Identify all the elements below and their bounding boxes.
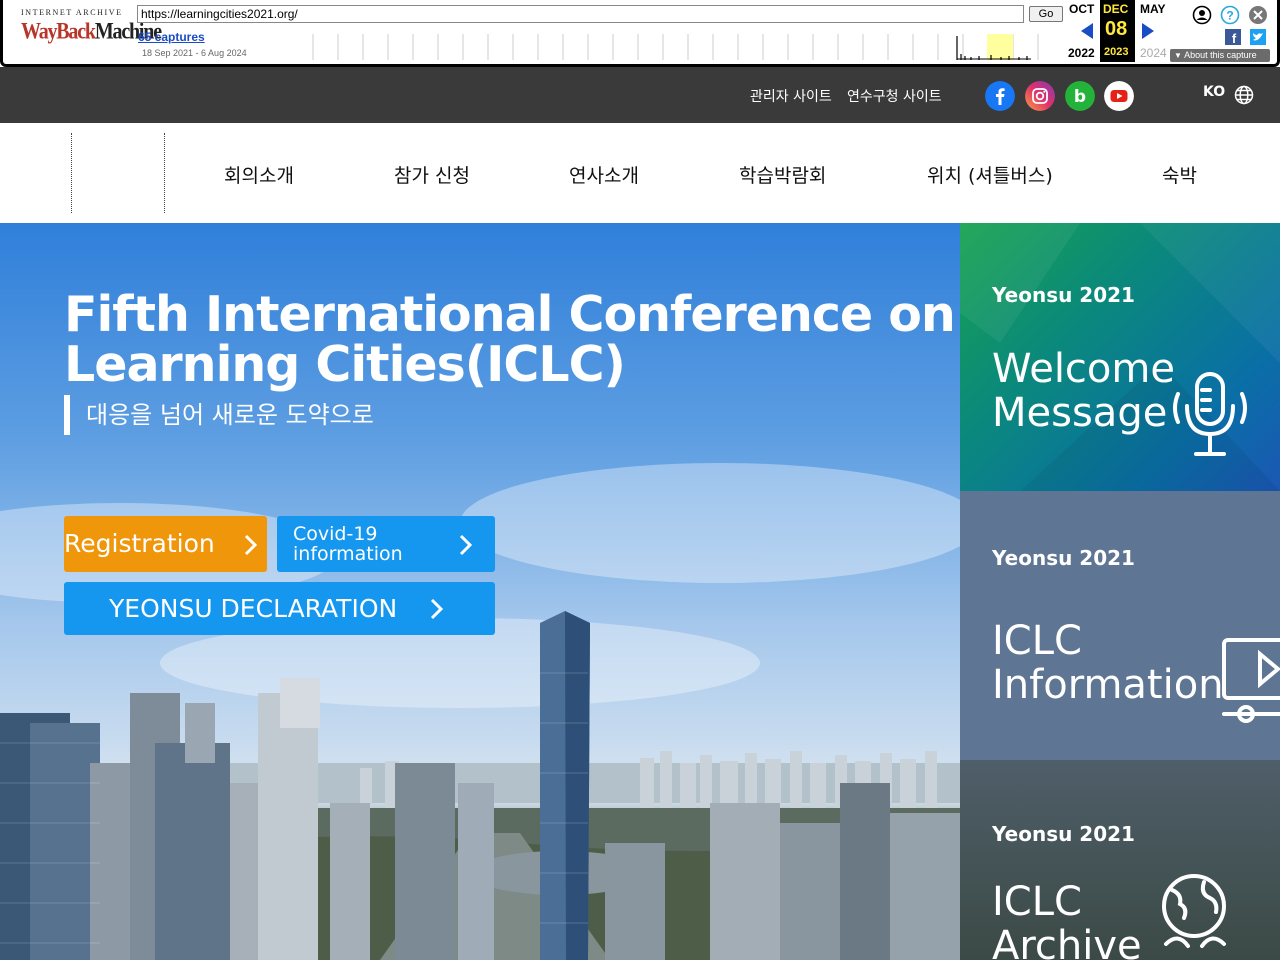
wayback-captures-link[interactable]: 65 captures xyxy=(138,30,205,44)
welcome-message-panel[interactable]: Yeonsu 2021 Welcome Message xyxy=(960,223,1280,491)
registration-button[interactable]: Registration xyxy=(64,516,267,572)
microphone-icon xyxy=(1173,372,1247,456)
wayback-go-button[interactable]: Go xyxy=(1029,6,1063,22)
panel-tag: Yeonsu 2021 xyxy=(992,822,1135,846)
chevron-right-icon xyxy=(430,598,444,620)
wayback-url-input[interactable]: https://learningcities2021.org/ xyxy=(137,5,1024,23)
svg-text:b: b xyxy=(1074,87,1086,107)
admin-site-link[interactable]: 관리자 사이트 xyxy=(750,86,832,106)
nav-item-registration[interactable]: 참가 신청 xyxy=(394,161,470,188)
language-selector[interactable]: KO xyxy=(1203,84,1225,100)
close-icon[interactable] xyxy=(1248,5,1268,25)
svg-text:f: f xyxy=(1232,31,1237,45)
hero-subtitle: 대응을 넘어 새로운 도약으로 xyxy=(64,395,374,435)
facebook-share-icon[interactable]: f xyxy=(1225,29,1241,45)
user-account-icon[interactable] xyxy=(1192,5,1212,25)
wayback-current-month: DEC xyxy=(1103,2,1129,16)
wayback-logo-top: INTERNET ARCHIVE xyxy=(21,8,123,17)
help-icon[interactable]: ? xyxy=(1220,5,1240,25)
panel-title: ICLC Archive xyxy=(992,879,1142,960)
utility-bar: 관리자 사이트 연수구청 사이트 b KO xyxy=(0,67,1280,123)
facebook-icon[interactable] xyxy=(985,81,1015,111)
iclc-information-panel[interactable]: Yeonsu 2021 ICLC Information xyxy=(960,491,1280,760)
yeonsu-declaration-button[interactable]: YEONSU DECLARATION xyxy=(64,582,495,635)
panel-tag: Yeonsu 2021 xyxy=(992,283,1135,307)
covid-info-button[interactable]: Covid-19 information xyxy=(277,516,495,572)
panel-tag: Yeonsu 2021 xyxy=(992,546,1135,570)
nav-item-learning-expo[interactable]: 학습박람회 xyxy=(739,161,826,188)
next-capture-arrow-icon[interactable] xyxy=(1141,22,1155,40)
hero-banner: Fifth International Conference on Learni… xyxy=(0,223,960,960)
panel-title: Welcome Message xyxy=(992,346,1175,436)
svg-text:?: ? xyxy=(1226,9,1233,23)
wayback-capture-sparkline[interactable] xyxy=(311,32,1061,60)
nav-item-conference-intro[interactable]: 회의소개 xyxy=(224,161,294,188)
prev-capture-arrow-icon[interactable] xyxy=(1080,22,1094,40)
wayback-logo-text: WayBackMachine xyxy=(21,19,162,45)
about-capture-dropdown[interactable]: ▼ About this capture xyxy=(1170,49,1270,62)
wayback-prev-year[interactable]: 2022 xyxy=(1068,46,1095,60)
wayback-current-year: 2023 xyxy=(1104,46,1129,58)
panel-title: ICLC Information xyxy=(992,618,1224,708)
site-logo[interactable] xyxy=(71,133,165,213)
chevron-right-icon xyxy=(244,534,258,556)
nav-item-location-shuttle[interactable]: 위치 (셔틀버스) xyxy=(927,161,1053,188)
globe-icon[interactable] xyxy=(1234,85,1254,105)
wayback-current-day: 08 xyxy=(1105,18,1128,40)
wayback-next-year[interactable]: 2024 xyxy=(1140,46,1167,60)
nav-item-accommodation[interactable]: 숙박 xyxy=(1162,161,1197,188)
instagram-icon[interactable] xyxy=(1025,81,1055,111)
wayback-toolbar: INTERNET ARCHIVE WayBackMachine https://… xyxy=(0,0,1280,67)
yeonsu-office-link[interactable]: 연수구청 사이트 xyxy=(847,86,942,106)
hero-title: Fifth International Conference on Learni… xyxy=(64,286,956,393)
nav-item-speakers[interactable]: 연사소개 xyxy=(569,161,639,188)
blog-icon[interactable]: b xyxy=(1065,81,1095,111)
iclc-archive-panel[interactable]: Yeonsu 2021 ICLC Archive xyxy=(960,760,1280,960)
main-navigation: 회의소개 참가 신청 연사소개 학습박람회 위치 (셔틀버스) 숙박 xyxy=(0,123,1280,223)
video-player-icon xyxy=(1222,638,1280,723)
wayback-prev-month[interactable]: OCT xyxy=(1069,2,1094,16)
chevron-right-icon xyxy=(459,534,473,556)
youtube-icon[interactable] xyxy=(1104,81,1134,111)
twitter-share-icon[interactable] xyxy=(1250,29,1266,45)
wayback-next-month[interactable]: MAY xyxy=(1140,2,1166,16)
wayback-date-range: 18 Sep 2021 - 6 Aug 2024 xyxy=(142,48,247,58)
wayback-logo[interactable]: INTERNET ARCHIVE WayBackMachine xyxy=(21,8,162,52)
globe-people-icon xyxy=(1162,874,1226,948)
